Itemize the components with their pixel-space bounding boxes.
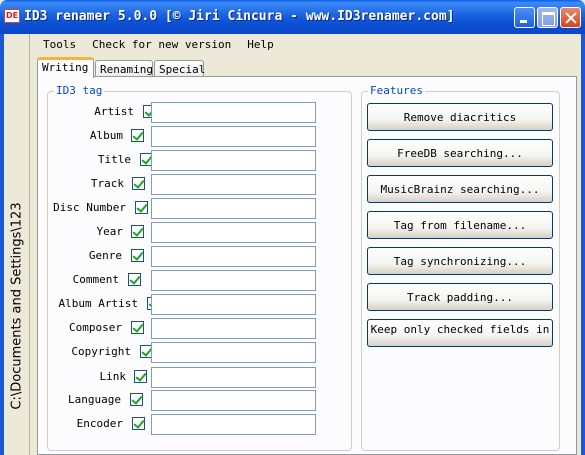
input-encoder[interactable] <box>151 414 316 435</box>
maximize-button[interactable] <box>537 7 558 28</box>
input-language[interactable] <box>151 390 316 411</box>
path-sidebar[interactable]: C:\Documents and Settings\123 <box>4 34 30 455</box>
current-path-label: C:\Documents and Settings\123 <box>9 202 25 410</box>
title-bar[interactable]: DE ID3 renamer 5.0.0 [© Jiri Cincura - w… <box>0 0 585 34</box>
menu-help[interactable]: Help <box>247 35 274 55</box>
close-button[interactable] <box>560 7 581 28</box>
tag-from-filename-button[interactable]: Tag from filename... <box>367 211 553 239</box>
tab-writing[interactable]: Writing <box>37 57 94 78</box>
field-label-link: Link <box>99 370 127 383</box>
id3-tag-group-title: ID3 tag <box>54 84 105 97</box>
field-label-composer: Composer <box>69 321 122 334</box>
menu-check-for-new-version[interactable]: Check for new version <box>92 35 231 55</box>
field-label-album: Album <box>89 129 123 142</box>
field-label-copyright: Copyright <box>71 345 131 358</box>
checkbox-album[interactable] <box>131 129 144 142</box>
field-label-artist: Artist <box>94 105 134 118</box>
input-title[interactable] <box>151 150 316 171</box>
field-label-disc-number: Disc Number <box>53 201 126 214</box>
checkbox-year[interactable] <box>131 225 144 238</box>
track-padding-button[interactable]: Track padding... <box>367 283 553 311</box>
input-comment[interactable] <box>151 270 316 291</box>
checkbox-disc-number[interactable] <box>135 201 148 214</box>
keep-only-checked-fields-button[interactable]: Keep only checked fields in <box>367 319 553 347</box>
freedb-searching-button[interactable]: FreeDB searching... <box>367 139 553 167</box>
checkbox-link[interactable] <box>134 370 147 383</box>
checkbox-genre[interactable] <box>131 249 144 262</box>
menu-bar: Tools Check for new version Help <box>31 35 278 55</box>
field-label-album-artist: Album Artist <box>58 297 138 310</box>
input-year[interactable] <box>151 222 316 243</box>
tag-synchronizing-button[interactable]: Tag synchronizing... <box>367 247 553 275</box>
field-label-comment: Comment <box>72 273 119 286</box>
minimize-button[interactable] <box>514 7 535 28</box>
input-album[interactable] <box>151 126 316 147</box>
checkbox-encoder[interactable] <box>132 417 145 430</box>
input-track[interactable] <box>151 174 316 195</box>
input-disc-number[interactable] <box>151 198 316 219</box>
window-border-right <box>581 34 585 455</box>
field-label-encoder: Encoder <box>76 417 123 430</box>
input-link[interactable] <box>151 367 316 388</box>
input-artist[interactable] <box>151 102 316 123</box>
musicbrainz-searching-button[interactable]: MusicBrainz searching... <box>367 175 553 203</box>
input-composer[interactable] <box>151 318 316 339</box>
app-icon: DE <box>4 9 20 23</box>
checkbox-composer[interactable] <box>131 321 144 334</box>
checkbox-language[interactable] <box>130 393 143 406</box>
field-label-genre: Genre <box>88 249 122 262</box>
checkbox-track[interactable] <box>132 177 145 190</box>
checkbox-comment[interactable] <box>128 273 141 286</box>
input-copyright[interactable] <box>151 342 316 363</box>
window-title: ID3 renamer 5.0.0 [© Jiri Cincura - www.… <box>24 9 455 24</box>
features-group-title: Features <box>368 84 425 97</box>
input-album-artist[interactable] <box>151 294 316 315</box>
remove-diacritics-button[interactable]: Remove diacritics <box>367 103 553 131</box>
field-label-year: Year <box>96 225 124 238</box>
field-label-language: Language <box>68 393 121 406</box>
field-label-title: Title <box>97 153 131 166</box>
menu-tools[interactable]: Tools <box>43 35 76 55</box>
field-label-track: Track <box>90 177 124 190</box>
input-genre[interactable] <box>151 246 316 267</box>
